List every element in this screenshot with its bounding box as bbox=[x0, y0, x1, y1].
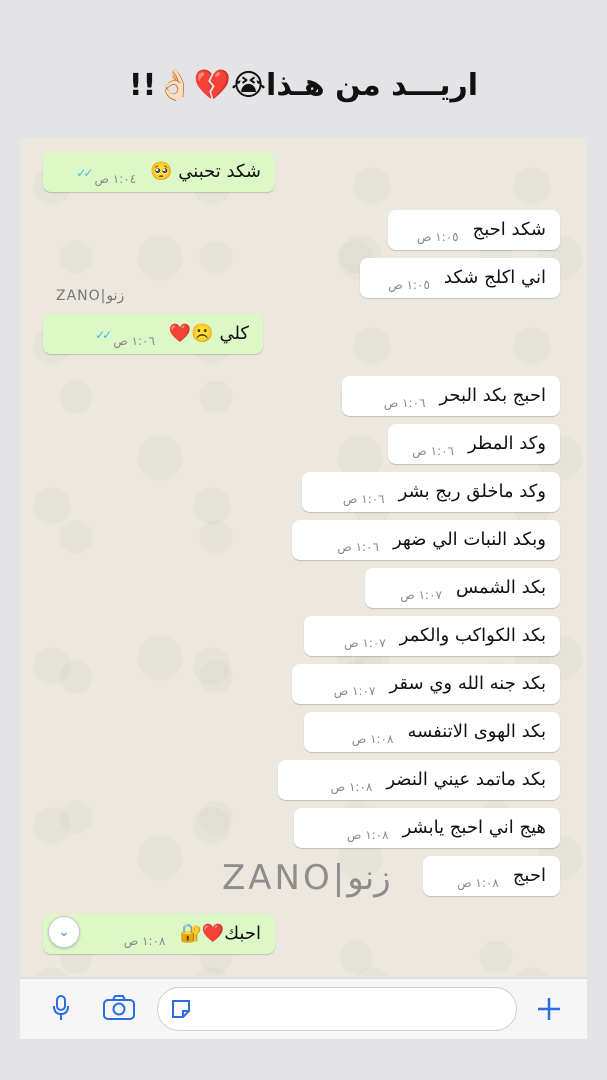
incoming-message[interactable]: بكد الكواكب والكمر ١:٠٧ ص bbox=[304, 616, 560, 656]
outgoing-message[interactable]: كلي ☹️❤️ ١:٠٦ ص✓✓ bbox=[43, 314, 263, 354]
message-time: ١:٠٨ ص bbox=[351, 732, 394, 746]
message-text: بكد ماتمد عيني النضر bbox=[386, 769, 546, 790]
scroll-down-button[interactable]: ⌄ bbox=[48, 916, 80, 948]
message-time: ١:٠٤ ص bbox=[94, 172, 137, 186]
message-text: شكد احبج bbox=[472, 219, 546, 240]
input-bar bbox=[20, 978, 587, 1039]
microphone-icon[interactable] bbox=[48, 993, 74, 1023]
message-text: بكد الكواكب والكمر bbox=[399, 625, 546, 646]
message-time: ١:٠٧ ص bbox=[400, 588, 442, 602]
message-text: بكد الهوى الاتنفسه bbox=[407, 721, 546, 742]
watermark-small: ZANO|زنو bbox=[56, 288, 125, 304]
message-time: ١:٠٥ ص bbox=[416, 230, 459, 244]
incoming-message[interactable]: وبكد النبات الي ضهر ١:٠٦ ص bbox=[292, 520, 560, 560]
message-time: ١:٠٨ ص bbox=[330, 780, 373, 794]
message-time: ١:٠٧ ص bbox=[344, 636, 386, 650]
message-text: احبج bbox=[512, 865, 546, 886]
message-text: احبج بكد البحر bbox=[439, 385, 547, 406]
read-receipt-icon: ✓✓ bbox=[95, 328, 112, 342]
message-time: ١:٠٥ ص bbox=[388, 278, 430, 292]
incoming-message[interactable]: بكد الشمس ١:٠٧ ص bbox=[365, 568, 560, 608]
outgoing-message[interactable]: شكد تحبني 🥺 ١:٠٤ ص✓✓ bbox=[43, 152, 275, 192]
message-time: ١:٠٦ ص bbox=[383, 396, 426, 410]
message-text: هيج اني احبج يابشر bbox=[402, 817, 546, 838]
incoming-message[interactable]: بكد جنه الله وي سقر ١:٠٧ ص bbox=[292, 664, 560, 704]
message-time: ١:٠٨ ص bbox=[346, 828, 389, 842]
chevron-down-icon: ⌄ bbox=[58, 924, 70, 940]
message-time: ١:٠٦ ص bbox=[342, 492, 385, 506]
message-text: كلي ☹️❤️ bbox=[168, 323, 249, 344]
incoming-message[interactable]: بكد الهوى الاتنفسه ١:٠٨ ص bbox=[304, 712, 560, 752]
message-time: ١:٠٦ ص bbox=[113, 334, 155, 348]
message-input[interactable] bbox=[157, 987, 517, 1031]
message-text: شكد تحبني 🥺 bbox=[150, 161, 261, 182]
incoming-message[interactable]: احبج ١:٠٨ ص bbox=[423, 856, 560, 896]
message-time: ١:٠٧ ص bbox=[333, 684, 376, 698]
page-title: اريـــد من هـذا😭💔👌🏻!! bbox=[128, 68, 479, 103]
message-text: وكد ماخلق ربج بشر bbox=[398, 481, 546, 502]
message-text: بكد جنه الله وي سقر bbox=[389, 673, 547, 694]
incoming-message[interactable]: وكد المطر ١:٠٦ ص bbox=[388, 424, 560, 464]
message-text: وكد المطر bbox=[467, 433, 546, 454]
sticker-icon[interactable] bbox=[168, 996, 194, 1022]
incoming-message[interactable]: وكد ماخلق ربج بشر ١:٠٦ ص bbox=[302, 472, 560, 512]
watermark-large: ZANO|زنو bbox=[222, 858, 391, 898]
plus-icon[interactable] bbox=[532, 993, 566, 1025]
incoming-message[interactable]: احبج بكد البحر ١:٠٦ ص bbox=[342, 376, 560, 416]
incoming-message[interactable]: هيج اني احبج يابشر ١:٠٨ ص bbox=[294, 808, 560, 848]
message-time: ١:٠٦ ص bbox=[337, 540, 379, 554]
message-time: ١:٠٨ ص bbox=[457, 876, 499, 890]
message-text: بكد الشمس bbox=[455, 577, 546, 598]
message-time: ١:٠٦ ص bbox=[412, 444, 454, 458]
incoming-message[interactable]: شكد احبج ١:٠٥ ص bbox=[388, 210, 560, 250]
message-text: احبك❤️🔐 bbox=[179, 923, 261, 944]
message-text: اني اكلج شكد bbox=[443, 267, 546, 288]
message-time: ١:٠٨ ص bbox=[123, 934, 166, 948]
incoming-message[interactable]: اني اكلج شكد ١:٠٥ ص bbox=[360, 258, 560, 298]
incoming-message[interactable]: بكد ماتمد عيني النضر ١:٠٨ ص bbox=[278, 760, 560, 800]
message-text: وبكد النبات الي ضهر bbox=[392, 529, 546, 550]
read-receipt-icon: ✓✓ bbox=[76, 166, 93, 180]
camera-icon[interactable] bbox=[100, 993, 138, 1023]
